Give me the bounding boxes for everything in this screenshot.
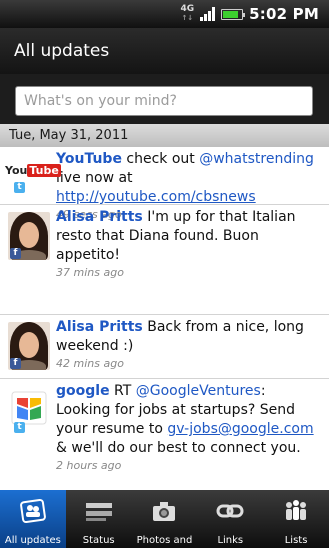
clock: 5:02 PM <box>249 5 319 23</box>
feed-item[interactable]: f Alisa Pritts Back from a nice, long we… <box>0 315 329 379</box>
avatar: f <box>0 208 56 312</box>
update-text: live now at <box>56 170 133 186</box>
avatar: You Tube t <box>0 150 61 202</box>
tab-lists[interactable]: Lists <box>263 490 329 548</box>
tab-label: Links <box>217 535 244 546</box>
timestamp: 42 mins ago <box>56 357 124 370</box>
feed-item[interactable]: You Tube t YouTube check out @whatstrendi… <box>0 147 329 221</box>
author-name[interactable]: YouTube <box>56 151 122 167</box>
link-icon <box>216 504 244 518</box>
date-header: Tue, May 31, 2011 <box>0 124 329 147</box>
data-arrows-icon: ↑↓ <box>181 14 194 22</box>
author-name[interactable]: google <box>56 383 110 399</box>
camera-icon <box>153 502 176 521</box>
email-link[interactable]: gv-jobs@google.com <box>167 421 313 437</box>
tab-all-updates[interactable]: All updates <box>0 490 66 548</box>
tab-label: Status <box>82 535 115 546</box>
battery-icon <box>221 8 246 20</box>
tab-links[interactable]: Links <box>197 490 263 548</box>
url-link[interactable]: http://youtube.com/cbsnews <box>56 189 256 205</box>
tab-status[interactable]: Status <box>66 490 132 548</box>
feed-item-content: google RT @GoogleVentures: Looking for j… <box>56 382 329 490</box>
status-input-bar <box>0 74 329 124</box>
tab-label: All updates <box>4 535 61 546</box>
twitter-badge-icon: t <box>14 182 25 193</box>
tab-photos[interactable]: Photos and <box>132 490 198 548</box>
mention-link[interactable]: @GoogleVentures <box>136 383 261 399</box>
feed-item-content: YouTube check out @whatstrending live no… <box>56 150 329 221</box>
status-icon <box>85 503 112 521</box>
bottom-tab-bar: All updates Status Photos and Links List… <box>0 490 329 548</box>
feed-item-content: Alisa Pritts I'm up for that Italian res… <box>56 208 329 312</box>
timestamp: 37 mins ago <box>56 266 124 279</box>
update-text: & we'll do our best to connect you. <box>56 440 301 456</box>
timestamp: 2 hours ago <box>56 459 122 472</box>
feed-item[interactable]: t google RT @GoogleVentures: Looking for… <box>0 379 329 490</box>
youtube-logo-icon: You Tube <box>5 164 61 177</box>
all-updates-icon <box>19 498 46 524</box>
avatar: f <box>0 318 56 376</box>
update-text: check out <box>121 151 200 167</box>
feed-item-content: Alisa Pritts Back from a nice, long week… <box>56 318 329 376</box>
facebook-badge-icon: f <box>10 248 21 259</box>
avatar: t <box>0 382 56 490</box>
tab-label: Lists <box>284 535 308 546</box>
signal-icon <box>200 7 216 21</box>
battery-level <box>223 10 239 18</box>
people-icon <box>286 500 307 520</box>
author-name[interactable]: Alisa Pritts <box>56 209 143 225</box>
page-title: All updates <box>0 28 329 74</box>
update-text: RT <box>109 383 136 399</box>
facebook-badge-icon: f <box>10 358 21 369</box>
network-indicator: 4G ↑↓ <box>180 5 194 23</box>
status-input[interactable] <box>15 86 313 116</box>
feed-item[interactable]: f Alisa Pritts I'm up for that Italian r… <box>0 205 329 315</box>
update-feed[interactable]: You Tube t YouTube check out @whatstrendi… <box>0 147 329 490</box>
google-logo-icon <box>11 391 47 425</box>
network-type-label: 4G <box>180 4 195 14</box>
twitter-badge-icon: t <box>14 422 25 433</box>
status-bar: 4G ↑↓ 5:02 PM <box>0 0 329 28</box>
tab-label: Photos and <box>136 535 193 546</box>
mention-link[interactable]: @whatstrending <box>199 151 314 167</box>
author-name[interactable]: Alisa Pritts <box>56 319 143 335</box>
